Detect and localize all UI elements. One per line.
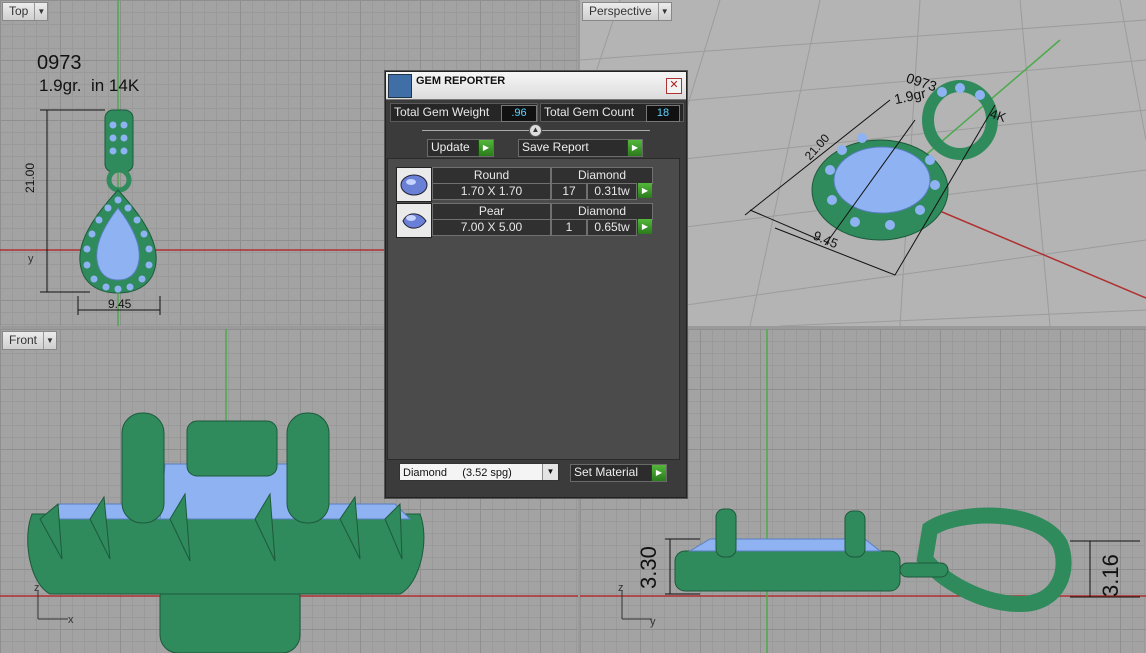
gem-count: 1 (551, 219, 587, 236)
gem-count: 17 (551, 183, 587, 200)
update-button-label: Update (431, 140, 470, 154)
gem-reporter-dialog[interactable]: GEM REPORTER ✕ Total Gem Weight .96 Tota… (385, 71, 687, 498)
gem-material: Diamond (551, 203, 653, 220)
gem-weight: 0.65tw (587, 219, 637, 236)
gem-row-pear[interactable]: Pear Diamond 7.00 X 5.00 1 0.65tw ▶ (396, 203, 656, 238)
play-arrow-icon[interactable]: ▶ (637, 183, 652, 198)
total-gem-weight-value: .96 (501, 105, 537, 122)
gem-shape: Round (432, 167, 551, 184)
set-material-button[interactable]: Set Material ▶ (570, 464, 667, 482)
chevron-down-icon[interactable]: ▼ (43, 332, 56, 349)
round-gem-thumbnail (396, 167, 432, 202)
play-arrow-icon: ▶ (651, 465, 666, 481)
right-height-right: 3.16 (1098, 554, 1123, 597)
gem-shape: Pear (432, 203, 551, 220)
height-dimension: 21.00 (23, 162, 37, 193)
axis-y-label: y (650, 616, 656, 628)
width-dimension: 9.45 (108, 297, 132, 311)
material-select-value: Diamond (3.52 spg) (403, 467, 512, 479)
gem-reporter-app-icon (388, 74, 412, 98)
model-id-text: 0973 (37, 52, 82, 74)
gem-material: Diamond (551, 167, 653, 184)
chevron-down-icon: ▼ (542, 464, 558, 480)
play-arrow-icon[interactable]: ▶ (637, 219, 652, 234)
close-icon[interactable]: ✕ (666, 78, 682, 94)
gem-weight: 0.31tw (587, 183, 637, 200)
gem-size: 1.70 X 1.70 (432, 183, 551, 200)
weight-text: 1.9gr. in 14K (39, 76, 140, 95)
chevron-down-icon[interactable]: ▼ (657, 3, 671, 20)
viewport-title: Top (9, 4, 29, 18)
play-arrow-icon: ▶ (627, 140, 642, 156)
chevron-down-icon[interactable]: ▼ (34, 3, 47, 20)
viewport-label-top[interactable]: Top ▼ (2, 2, 49, 21)
viewport-label-front[interactable]: Front ▼ (2, 331, 58, 350)
total-gem-count-value: 18 (646, 105, 680, 122)
viewport-title: Perspective (589, 4, 652, 18)
viewport-label-perspective[interactable]: Perspective ▼ (582, 2, 672, 21)
right-height-left: 3.30 (636, 546, 661, 589)
gem-list[interactable]: Round Diamond 1.70 X 1.70 17 0.31tw ▶ Pe… (387, 158, 680, 460)
save-report-button-label: Save Report (522, 140, 589, 154)
axis-y-label: y (28, 253, 34, 265)
axis-x-label: x (68, 614, 74, 626)
slider-handle[interactable]: ▲ (529, 124, 542, 137)
save-report-button[interactable]: Save Report ▶ (518, 139, 643, 157)
material-select[interactable]: Diamond (3.52 spg) ▼ (399, 463, 559, 481)
viewport-title: Front (9, 333, 38, 347)
set-material-button-label: Set Material (574, 465, 639, 479)
gem-row-round[interactable]: Round Diamond 1.70 X 1.70 17 0.31tw ▶ (396, 167, 656, 202)
pear-gem-thumbnail (396, 203, 432, 238)
update-button[interactable]: Update ▶ (427, 139, 494, 157)
dialog-titlebar[interactable]: GEM REPORTER ✕ (386, 72, 686, 100)
gem-size: 7.00 X 5.00 (432, 219, 551, 236)
dialog-title: GEM REPORTER (416, 75, 506, 87)
play-arrow-icon: ▶ (478, 140, 493, 156)
axis-z-label: z (618, 582, 624, 594)
axis-z-label: z (34, 582, 40, 594)
